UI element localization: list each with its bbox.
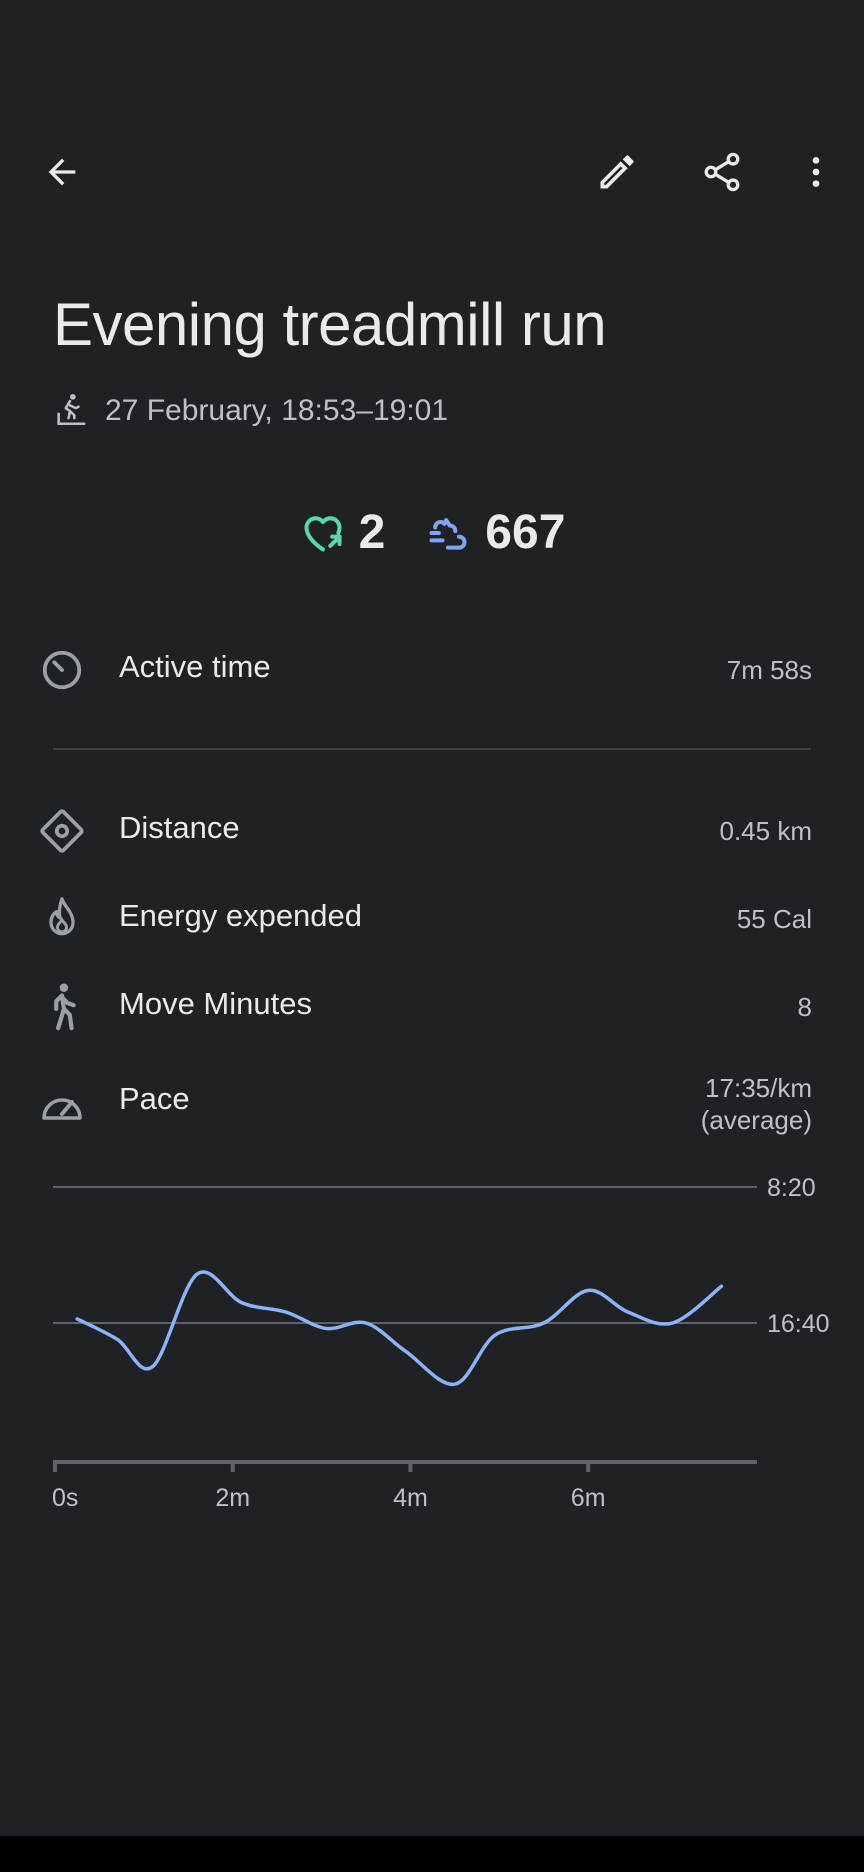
share-button[interactable] [690,140,754,204]
more-options-button[interactable] [784,140,848,204]
distance-label: Distance [119,810,240,845]
x-tick-label: 2m [215,1484,250,1512]
energy-value: 55 Cal [736,904,812,934]
steps-value: 667 [485,506,566,559]
system-nav-bar [0,1836,864,1872]
energy-label: Energy expended [119,898,363,933]
pace-chart: 8:20 16:40 0s 2m 4m 6m [0,1160,864,1530]
distance-value: 0.45 km [719,816,813,846]
share-icon [704,152,740,192]
x-tick-label: 0s [52,1484,78,1512]
stat-row-active-time: Active time 7m 58s [0,645,864,695]
arrow-back-icon [48,158,76,186]
stat-row-distance: Distance 0.45 km [0,806,864,856]
treadmill-icon [57,394,86,426]
activity-title: Evening treadmill run [53,291,607,358]
heart-points-icon [304,515,342,552]
y-tick-label: 16:40 [767,1310,830,1338]
y-tick-label: 8:20 [767,1174,816,1202]
stat-row-energy: Energy expended 55 Cal [0,894,864,944]
pace-value-main: 17:35/km [705,1073,812,1103]
active-time-value: 7m 58s [726,655,812,685]
stat-row-pace: Pace 17:35/km (average) [0,1072,864,1136]
flame-icon [49,897,75,936]
pace-line [75,1270,724,1386]
steps: 667 [423,505,565,560]
move-minutes-value: 8 [797,992,812,1022]
more-vert-icon [812,157,820,187]
x-tick-label: 4m [393,1484,428,1512]
edit-button[interactable] [585,140,649,204]
activity-date-row: 27 February, 18:53–19:01 [53,392,448,430]
move-minutes-label: Move Minutes [119,986,312,1021]
pace-label: Pace [119,1081,190,1116]
distance-icon [40,809,84,853]
divider [53,748,811,750]
timer-icon [42,650,82,690]
stat-row-move-minutes: Move Minutes 8 [0,982,864,1032]
pace-chart-svg: 8:20 16:40 0s 2m 4m 6m [52,1174,830,1512]
points-summary: 2 667 [0,505,864,560]
back-button[interactable] [30,140,94,204]
heart-points: 2 [299,505,386,560]
speedometer-icon [42,1098,82,1120]
walking-icon [54,983,76,1031]
activity-date: 27 February, 18:53–19:01 [105,394,449,427]
heart-points-value: 2 [358,506,386,559]
x-tick-label: 6m [571,1484,606,1512]
pace-value-note: (average) [700,1105,812,1135]
pencil-icon [600,155,634,189]
steps-icon [429,517,467,550]
active-time-label: Active time [119,649,271,684]
pace-value: 17:35/km (average) [701,1072,812,1136]
